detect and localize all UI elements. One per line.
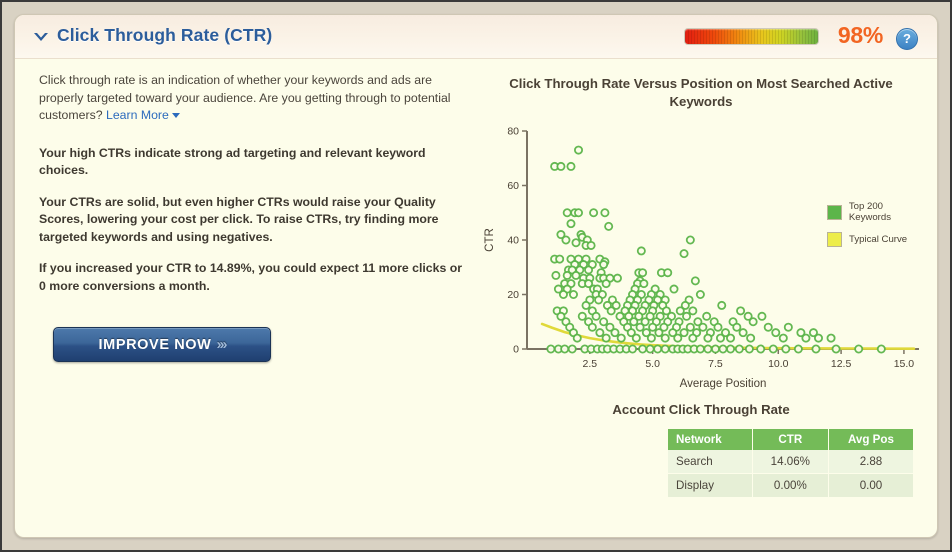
scatter-plot-svg: 0 20 40 60 80 CTR 2.5 5.0 7.5 10.0 12.5 15.0 Average…: [484, 126, 919, 390]
verdict-paragraph: Your high CTRs indicate strong ad target…: [39, 145, 426, 178]
svg-text:0: 0: [513, 344, 519, 356]
column-header-avg-pos: Avg Pos: [828, 429, 913, 450]
svg-text:80: 80: [507, 126, 519, 138]
projection-paragraph: If you increased your CTR to 14.89%, you…: [39, 261, 463, 293]
legend-label-typical: Typical Curve: [849, 234, 908, 245]
svg-text:10.0: 10.0: [768, 358, 789, 370]
page-title: Click Through Rate (CTR): [57, 25, 273, 45]
svg-text:20: 20: [507, 289, 519, 301]
table-row: Search 14.06% 2.88: [668, 450, 913, 474]
caret-down-icon: [171, 113, 180, 119]
chart-legend: Top 200 Keywords Typical Curve: [827, 201, 927, 256]
improve-now-label: IMPROVE NOW: [98, 337, 212, 353]
legend-swatch-green: [827, 204, 842, 220]
cell-avg-pos: 0.00: [828, 473, 913, 498]
panel-header: Click Through Rate (CTR) 98% ?: [15, 15, 937, 59]
legend-item-typical: Typical Curve: [827, 232, 927, 247]
score-value: 98%: [837, 22, 883, 48]
legend-item-keywords: Top 200 Keywords: [827, 201, 927, 223]
svg-text:15.0: 15.0: [894, 358, 915, 370]
ctr-panel: Click Through Rate (CTR) 98% ? Click thr…: [14, 14, 938, 538]
intro-text: Click through rate is an indication of w…: [39, 73, 451, 122]
screenshot-root: Click Through Rate (CTR) 98% ? Click thr…: [0, 0, 952, 552]
svg-text:7.5: 7.5: [708, 358, 723, 370]
scatter-plot: 0 20 40 60 80 CTR 2.5 5.0 7.5 10.0 12.5 15.0 Average…: [475, 119, 927, 394]
table-row: Display 0.00% 0.00: [668, 473, 913, 498]
chart-column: Click Through Rate Versus Position on Mo…: [475, 65, 927, 498]
cell-ctr: 0.00%: [752, 473, 829, 498]
table-header-row: Network CTR Avg Pos: [668, 429, 913, 450]
legend-swatch-yellow: [827, 232, 842, 247]
intro-paragraph: Click through rate is an indication of w…: [39, 72, 471, 125]
chevron-down-icon[interactable]: [32, 29, 50, 45]
svg-text:60: 60: [507, 180, 519, 192]
column-header-network: Network: [668, 429, 753, 450]
column-header-ctr: CTR: [752, 429, 829, 450]
cell-network: Search: [668, 450, 753, 474]
cell-ctr: 14.06%: [752, 450, 829, 474]
svg-text:CTR: CTR: [484, 228, 496, 252]
cell-network: Display: [668, 473, 753, 498]
help-icon[interactable]: ?: [896, 28, 918, 50]
account-ctr-table: Network CTR Avg Pos Search 14.06% 2.88 D…: [668, 429, 913, 498]
chevrons-right-icon: ›››: [216, 336, 227, 353]
learn-more-link[interactable]: Learn More: [106, 108, 180, 122]
score-gauge: [684, 28, 819, 45]
legend-label-keywords: Top 200 Keywords: [848, 201, 891, 223]
svg-text:40: 40: [507, 235, 519, 247]
advice-paragraph: Your CTRs are solid, but even higher CTR…: [39, 194, 439, 244]
account-ctr-title: Account Click Through Rate: [612, 402, 790, 417]
description-column: Click through rate is an indication of w…: [39, 72, 471, 362]
improve-now-button[interactable]: IMPROVE NOW ›››: [53, 327, 271, 362]
chart-title: Click Through Rate Versus Position on Mo…: [509, 76, 893, 109]
svg-text:Average Position: Average Position: [680, 378, 767, 390]
cell-avg-pos: 2.88: [828, 450, 913, 474]
svg-text:5.0: 5.0: [645, 358, 660, 370]
svg-text:12.5: 12.5: [831, 358, 852, 370]
learn-more-label: Learn More: [105, 108, 169, 122]
svg-text:2.5: 2.5: [583, 358, 598, 370]
